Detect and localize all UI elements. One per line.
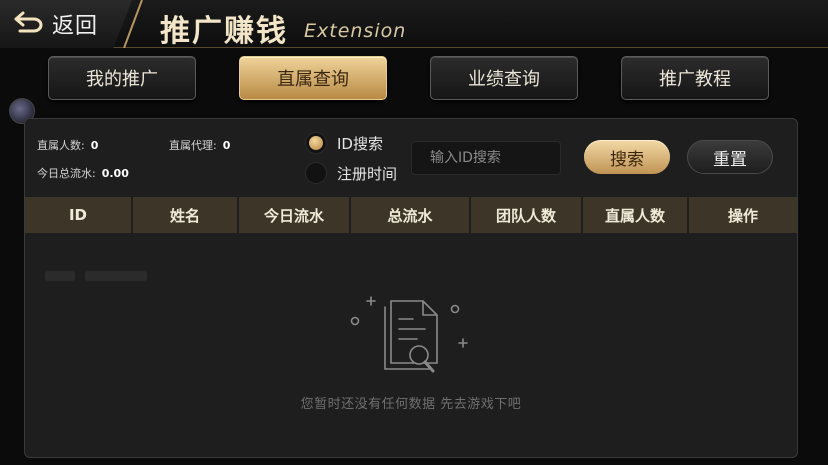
stat-today-flow: 今日总流水: 0.00 [37,165,129,181]
column-header-total-flow: 总流水 [351,197,471,233]
stat-direct-members: 直属人数: 0 [37,137,98,153]
stat-direct-agents-value: 0 [222,139,231,152]
stat-today-flow-value: 0.00 [101,167,129,180]
query-panel: 直属人数: 0 直属代理: 0 今日总流水: 0.00 ID搜索 注册时间 搜索 重置… [24,118,798,458]
radio-id-search[interactable]: ID搜索 [305,132,383,154]
tab-direct-query[interactable]: 直属查询 [239,56,387,100]
back-button[interactable]: 返回 [0,0,132,48]
stat-direct-agents-label: 直属代理: [169,139,217,152]
table-header: ID 姓名 今日流水 总流水 团队人数 直属人数 操作 [25,197,797,233]
blurred-placeholder [45,271,149,281]
page-title: 推广赚钱 [160,14,288,49]
stat-direct-agents: 直属代理: 0 [169,137,230,153]
radio-id-search-label: ID搜索 [337,134,383,153]
tab-promotion-tutorial[interactable]: 推广教程 [621,56,769,100]
stat-today-flow-label: 今日总流水: [37,167,96,180]
radio-register-time-label: 注册时间 [337,164,398,183]
top-header: 返回 推广赚钱 Extension [0,0,828,49]
column-header-name: 姓名 [133,197,239,233]
tab-performance-query[interactable]: 业绩查询 [430,56,578,100]
column-header-id: ID [25,197,133,233]
tab-bar: 我的推广 直属查询 业绩查询 推广教程 [48,56,770,102]
id-search-input[interactable] [411,141,561,175]
column-header-team-size: 团队人数 [471,197,583,233]
column-header-direct-members: 直属人数 [583,197,689,233]
back-arrow-icon [14,11,44,37]
reset-button[interactable]: 重置 [687,140,773,174]
tab-my-promotion[interactable]: 我的推广 [48,56,196,100]
empty-state-message: 您暂时还没有任何数据 先去游戏下吧 [300,397,522,412]
header-divider [123,0,143,48]
column-header-today-flow: 今日流水 [239,197,351,233]
radio-button-selected[interactable] [305,132,327,154]
radio-register-time[interactable]: 注册时间 [305,162,397,184]
stat-direct-members-label: 直属人数: [37,139,85,152]
back-label: 返回 [52,14,99,39]
page-subtitle: Extension [304,20,407,42]
empty-document-search-icon [350,296,468,373]
search-button[interactable]: 搜索 [584,140,670,174]
radio-button-unselected[interactable] [305,162,327,184]
column-header-actions: 操作 [727,206,758,225]
stat-direct-members-value: 0 [90,139,99,152]
